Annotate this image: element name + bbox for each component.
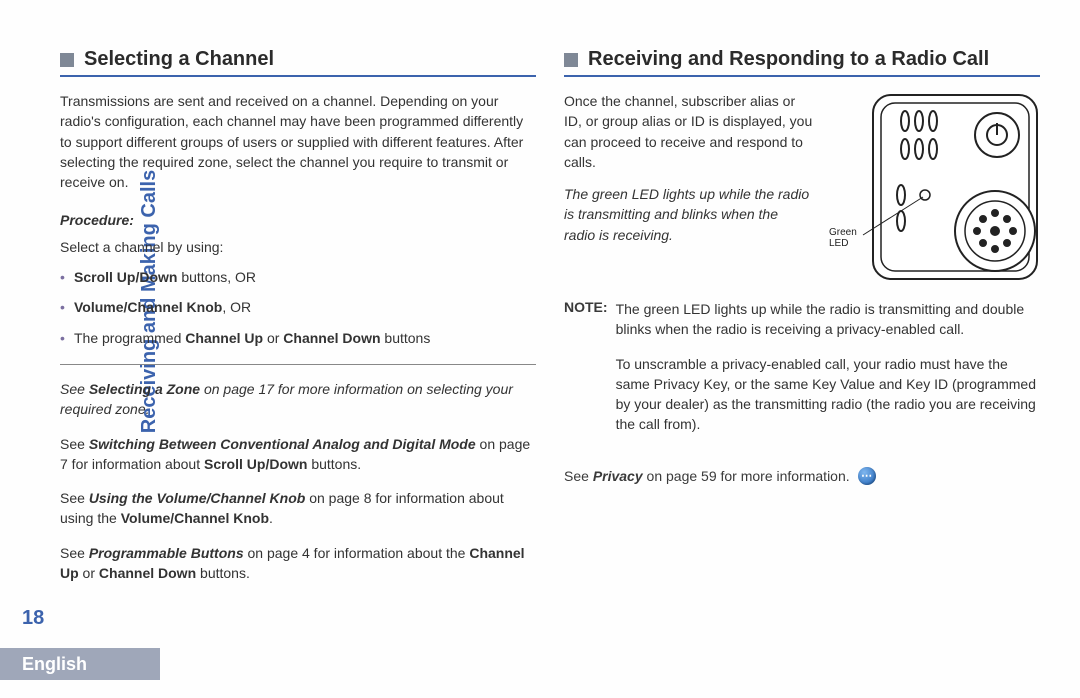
page-body: Selecting a Channel Transmissions are se… — [0, 0, 1080, 698]
note-p2: To unscramble a privacy-enabled call, yo… — [616, 354, 1040, 435]
procedure-bullets: Scroll Up/Down buttons, OR Volume/Channe… — [60, 267, 536, 348]
procedure-label: Procedure: — [60, 210, 536, 230]
info-icon: ⋯ — [858, 467, 876, 485]
right-p2-led: The green LED lights up while the radio … — [564, 184, 813, 245]
bullet-bold: Channel Up — [185, 330, 263, 346]
section-heading-selecting-channel: Selecting a Channel — [60, 48, 536, 77]
section-bullet-icon — [60, 53, 74, 67]
led-callout-label: Green LED — [829, 227, 857, 249]
ref-switching-mode: See Switching Between Conventional Analo… — [60, 434, 536, 475]
bullet-bold: Scroll Up/Down — [74, 269, 177, 285]
bullet-pre: The programmed — [74, 330, 185, 346]
bullet-item: Scroll Up/Down buttons, OR — [60, 267, 536, 287]
bullet-mid: or — [263, 330, 283, 346]
ref-selecting-zone: See Selecting a Zone on page 17 for more… — [60, 379, 536, 420]
column-right: Receiving and Responding to a Radio Call… — [564, 48, 1040, 678]
note-key: NOTE: — [564, 299, 608, 449]
bullet-tail: , OR — [222, 299, 251, 315]
bullet-tail: buttons, OR — [177, 269, 256, 285]
ref-programmable-buttons: See Programmable Buttons on page 4 for i… — [60, 543, 536, 584]
heading-text: Selecting a Channel — [84, 48, 274, 71]
section-heading-receiving-call: Receiving and Responding to a Radio Call — [564, 48, 1040, 77]
note-body: The green LED lights up while the radio … — [616, 299, 1040, 449]
radio-svg-icon — [825, 91, 1040, 281]
radio-diagram: Green LED — [825, 91, 1040, 281]
section-bullet-icon — [564, 53, 578, 67]
ref-using-knob: See Using the Volume/Channel Knob on pag… — [60, 488, 536, 529]
bullet-item: The programmed Channel Up or Channel Dow… — [60, 328, 536, 348]
intro-paragraph: Transmissions are sent and received on a… — [60, 91, 536, 192]
note-block: NOTE: The green LED lights up while the … — [564, 299, 1040, 449]
right-p1: Once the channel, subscriber alias or ID… — [564, 91, 813, 172]
heading-text: Receiving and Responding to a Radio Call — [588, 48, 989, 71]
see-privacy-line: See Privacy on page 59 for more informat… — [564, 467, 1040, 485]
note-p1: The green LED lights up while the radio … — [616, 299, 1040, 340]
bullet-tail: buttons — [381, 330, 431, 346]
procedure-lead: Select a channel by using: — [60, 237, 536, 257]
bullet-bold-2: Channel Down — [283, 330, 380, 346]
bullet-bold: Volume/Channel Knob — [74, 299, 222, 315]
right-intro-text: Once the channel, subscriber alias or ID… — [564, 91, 813, 281]
divider — [60, 364, 536, 365]
bullet-item: Volume/Channel Knob, OR — [60, 297, 536, 317]
column-left: Selecting a Channel Transmissions are se… — [60, 48, 536, 678]
